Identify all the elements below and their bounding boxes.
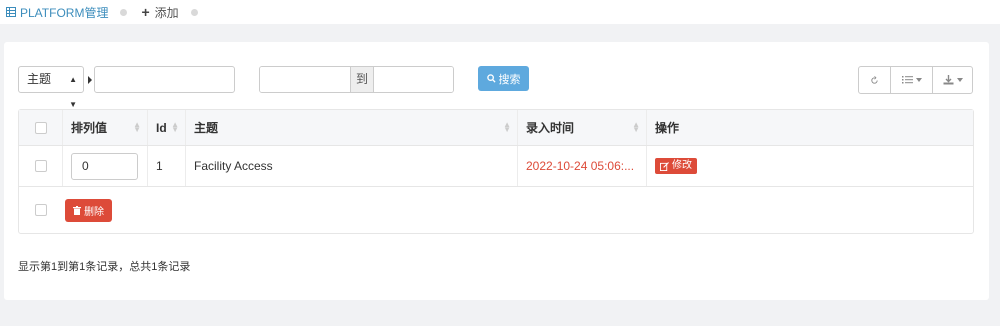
sort-icon: ▲ ▼ bbox=[171, 120, 179, 134]
range-end-input[interactable] bbox=[374, 67, 453, 92]
table-toolbar bbox=[858, 66, 973, 94]
sort-icon: ▲ ▼ bbox=[632, 120, 640, 134]
tab-close-dot[interactable] bbox=[120, 8, 128, 16]
refresh-button[interactable] bbox=[859, 67, 890, 93]
refresh-icon bbox=[871, 75, 878, 84]
action-cell: 修改 bbox=[647, 146, 973, 186]
footer-select-cell bbox=[19, 187, 63, 233]
footer-checkbox[interactable] bbox=[35, 204, 47, 216]
table-footer-row: 删除 bbox=[19, 187, 973, 233]
select-all-cell bbox=[19, 110, 63, 145]
header-subject[interactable]: 主题 ▲ ▼ bbox=[186, 110, 518, 145]
data-table: 排列值 ▲ ▼ Id ▲ ▼ 主题 ▲ ▼ 录入时间 ▲ ▼ 操作 0 1 Fa… bbox=[18, 109, 974, 234]
tab-close-dot[interactable] bbox=[190, 8, 198, 16]
header-action: 操作 bbox=[647, 110, 973, 145]
plus-icon: + bbox=[141, 4, 150, 20]
edit-button-label: 修改 bbox=[672, 160, 692, 171]
search-icon bbox=[486, 74, 496, 83]
order-cell: 0 bbox=[63, 146, 148, 186]
trash-icon bbox=[73, 206, 81, 215]
header-time-label: 录入时间 bbox=[526, 121, 575, 135]
row-select-cell bbox=[19, 146, 63, 186]
range-separator: 到 bbox=[350, 67, 374, 92]
date-range-input: 到 bbox=[259, 66, 454, 93]
edit-icon bbox=[660, 161, 669, 171]
field-select[interactable]: 主题 ▲ ▼ bbox=[18, 66, 84, 109]
grid-icon bbox=[6, 7, 16, 17]
edit-button[interactable]: 修改 bbox=[655, 158, 697, 174]
tab-platform-manage[interactable]: PLATFORM管理 bbox=[6, 4, 108, 21]
download-icon bbox=[943, 75, 953, 85]
delete-button[interactable]: 删除 bbox=[65, 199, 112, 222]
search-button-label: 搜索 bbox=[498, 73, 521, 86]
main-card: 主题 ▲ ▼ 到 搜索 排列值 ▲ ▼ Id ▲ ▼ 主题 ▲ ▼ 录入时间 ▲… bbox=[4, 42, 989, 300]
header-order[interactable]: 排列值 ▲ ▼ bbox=[63, 110, 148, 145]
tab-add[interactable]: + 添加 bbox=[141, 4, 178, 21]
table-row: 0 1 Facility Access 2022-10-24 05:06:...… bbox=[19, 146, 973, 187]
sort-icon: ▲ ▼ bbox=[133, 120, 141, 134]
subject-cell: Facility Access bbox=[186, 146, 518, 186]
chevron-down-icon bbox=[956, 78, 963, 82]
tab-add-label: 添加 bbox=[154, 5, 179, 20]
filter-value-input[interactable] bbox=[94, 66, 235, 93]
table-header-row: 排列值 ▲ ▼ Id ▲ ▼ 主题 ▲ ▼ 录入时间 ▲ ▼ 操作 bbox=[19, 110, 973, 146]
columns-toggle-button[interactable] bbox=[890, 67, 932, 93]
header-action-label: 操作 bbox=[655, 121, 680, 135]
header-time[interactable]: 录入时间 ▲ ▼ bbox=[518, 110, 647, 145]
range-start-input[interactable] bbox=[260, 67, 350, 92]
pagination-summary: 显示第1到第1条记录，总共1条记录 bbox=[18, 261, 191, 273]
list-icon bbox=[901, 76, 913, 84]
export-button[interactable] bbox=[932, 67, 972, 93]
chevron-down-icon bbox=[915, 78, 922, 82]
header-subject-label: 主题 bbox=[194, 121, 219, 135]
field-select-value: 主题 bbox=[27, 72, 52, 86]
sort-icon: ▲ ▼ bbox=[503, 120, 511, 134]
search-button[interactable]: 搜索 bbox=[478, 66, 529, 91]
header-id[interactable]: Id ▲ ▼ bbox=[148, 110, 186, 145]
time-cell: 2022-10-24 05:06:... bbox=[518, 146, 647, 186]
row-checkbox[interactable] bbox=[34, 160, 47, 172]
id-cell: 1 bbox=[148, 146, 186, 186]
header-id-label: Id bbox=[156, 120, 167, 135]
top-nav: PLATFORM管理 + 添加 bbox=[0, 0, 1000, 24]
delete-button-label: 删除 bbox=[84, 207, 104, 218]
header-order-label: 排列值 bbox=[71, 121, 108, 135]
caret-right-icon bbox=[88, 76, 92, 84]
select-all-checkbox[interactable] bbox=[34, 121, 47, 134]
tab-platform-manage-label: PLATFORM管理 bbox=[20, 5, 109, 20]
order-input[interactable]: 0 bbox=[71, 152, 138, 180]
